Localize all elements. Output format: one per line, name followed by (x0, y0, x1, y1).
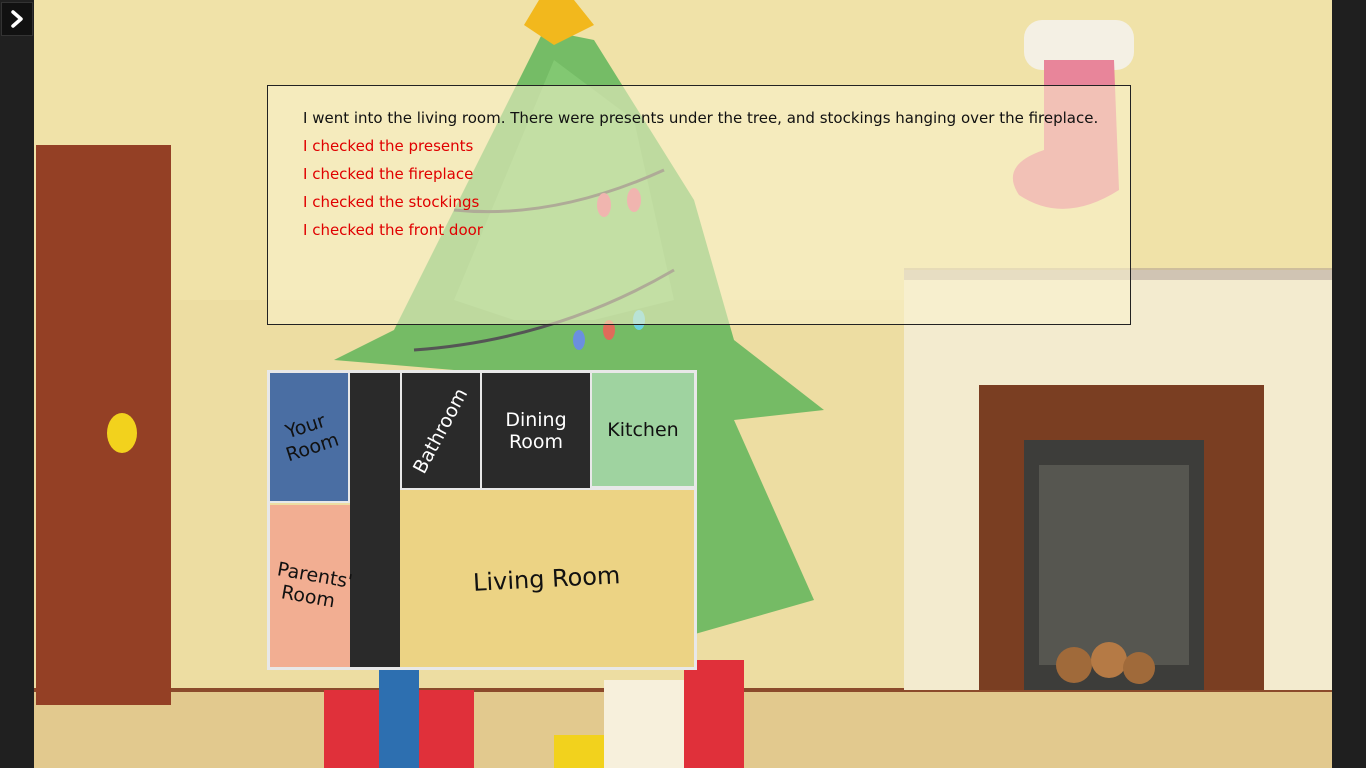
chevron-right-icon (11, 10, 23, 28)
choice-fireplace[interactable]: I checked the fireplace (303, 164, 1130, 185)
choice-stockings[interactable]: I checked the stockings (303, 192, 1130, 213)
fireplace-drawing (904, 268, 1332, 690)
sidebar-toggle-button[interactable] (1, 2, 33, 36)
choice-front-door[interactable]: I checked the front door (303, 220, 1130, 241)
game-scene: I went into the living room. There were … (34, 0, 1332, 768)
room-kitchen[interactable]: Kitchen (592, 373, 694, 488)
room-parents-room[interactable]: Parents' Room (270, 505, 355, 667)
room-your-room[interactable]: Your Room (270, 373, 350, 503)
narration-text: I went into the living room. There were … (303, 109, 1099, 127)
room-living-room[interactable]: Living Room (400, 488, 694, 667)
house-map: Your Room Bathroom Dining Room Kitchen P… (267, 370, 697, 670)
your-room-label: Your Room (282, 409, 342, 467)
parents-room-label: Parents' Room (275, 558, 355, 613)
living-room-label: Living Room (472, 560, 622, 597)
right-margin (1332, 0, 1366, 768)
room-dining-room[interactable]: Dining Room (482, 373, 592, 488)
room-bathroom[interactable]: Bathroom (400, 373, 482, 488)
choice-presents[interactable]: I checked the presents (303, 136, 1130, 157)
sidebar (0, 0, 34, 768)
kitchen-label: Kitchen (607, 418, 679, 441)
dining-room-label: Dining Room (505, 408, 567, 453)
hallway (350, 373, 400, 667)
front-door-drawing (36, 145, 171, 705)
bathroom-label: Bathroom (409, 384, 473, 477)
story-text-panel: I went into the living room. There were … (267, 85, 1131, 325)
